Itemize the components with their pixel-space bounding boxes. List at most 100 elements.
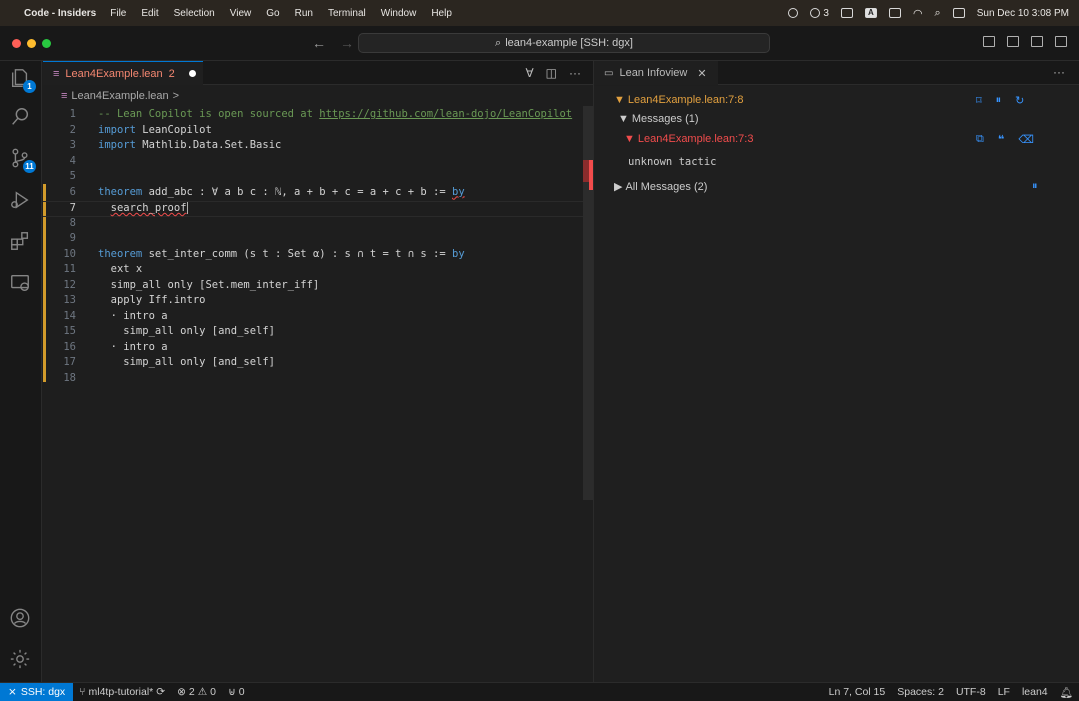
line-content [76,217,98,233]
display-icon[interactable] [840,8,853,18]
code-line[interactable]: 18 [43,372,583,388]
code-line[interactable]: 5 [43,170,583,186]
menu-help[interactable]: Help [431,8,452,19]
close-window-button[interactable] [12,38,21,48]
control-center-icon[interactable] [952,8,965,18]
line-content: · intro a [76,341,168,357]
menu-window[interactable]: Window [381,8,417,19]
git-branch[interactable]: ⑂ ml4tp-tutorial* ⟳ [73,686,171,698]
language-mode[interactable]: lean4 [1016,686,1054,698]
breadcrumb-file[interactable]: Lean4Example.lean [71,90,168,102]
code-editor[interactable]: 1 -- Lean Copilot is open sourced at http… [43,106,583,682]
copy-to-comment-icon[interactable]: ⧉ [976,133,984,146]
code-token: theorem [98,247,143,260]
code-line[interactable]: 15 simp_all only [and_self] [43,325,583,341]
expand-triangle-icon: ▼ [614,94,625,106]
wechat-count: 3 [823,7,829,19]
forward-arrow-icon[interactable]: → [340,35,354,51]
run-debug-icon[interactable] [9,189,33,213]
pin-icon[interactable]: ⌑ [976,94,982,107]
more-actions-icon[interactable]: ··· [1053,65,1065,79]
menu-run[interactable]: Run [295,8,313,19]
command-center[interactable]: ⌕ lean4-example [SSH: dgx] [358,33,770,53]
app-name-menu[interactable]: Code - Insiders [24,8,96,19]
ports-indicator[interactable]: ⊎ 0 [222,686,251,698]
menu-view[interactable]: View [230,8,252,19]
input-source-icon[interactable]: A [864,8,877,18]
code-line[interactable]: 12 simp_all only [Set.mem_inter_iff] [43,279,583,295]
code-line[interactable]: 13 apply Iff.intro [43,294,583,310]
menu-go[interactable]: Go [266,8,279,19]
code-line[interactable]: 4 [43,155,583,171]
settings-gear-icon[interactable] [9,648,33,672]
toggle-sidebar-icon[interactable] [983,36,995,47]
search-icon[interactable] [9,106,33,130]
tab-lean4example[interactable]: ≡ Lean4Example.lean 2 [43,61,203,85]
accounts-icon[interactable] [9,607,33,631]
refresh-icon[interactable]: ↻ [1015,94,1024,107]
tab-lean-infoview[interactable]: ▭ Lean Infoview ✕ [594,61,718,85]
wechat-icon[interactable]: 3 [810,8,829,19]
message-location[interactable]: ▼ Lean4Example.lean:7:3 [624,133,753,145]
warning-count: 0 [210,686,216,698]
problems-indicator[interactable]: ⊗ 2 ⚠ 0 [171,686,222,698]
wifi-icon[interactable]: ◠ [913,7,923,20]
cursor-position[interactable]: Ln 7, Col 15 [823,686,892,698]
menu-selection[interactable]: Selection [174,8,215,19]
sync-icon[interactable]: ⟳ [156,686,165,698]
more-actions-icon[interactable]: ··· [569,66,581,80]
extensions-icon[interactable] [9,230,33,254]
trash-icon[interactable]: ⌫ [1018,133,1034,146]
customize-layout-icon[interactable] [1055,36,1067,47]
infoview-location[interactable]: ▼ Lean4Example.lean:7:8 [614,94,743,106]
code-line[interactable]: 7 search_proof [43,201,583,217]
lean-infoview-toggle-icon[interactable]: ∀ [525,66,533,80]
menu-terminal[interactable]: Terminal [328,8,366,19]
battery-icon[interactable] [888,8,901,18]
code-line[interactable]: 11 ext x [43,263,583,279]
back-arrow-icon[interactable]: ← [312,35,326,51]
source-control-icon[interactable]: 11 [9,147,36,173]
line-content: -- Lean Copilot is open sourced at https… [76,108,572,124]
code-line[interactable]: 1 -- Lean Copilot is open sourced at http… [43,108,583,124]
unsaved-dot-icon[interactable] [188,70,196,77]
minimize-window-button[interactable] [27,38,36,48]
code-line[interactable]: 17 simp_all only [and_self] [43,356,583,372]
code-line[interactable]: 14 · intro a [43,310,583,326]
code-line[interactable]: 8 [43,217,583,233]
lean-file-icon: ≡ [61,90,68,102]
infoview-location-label: Lean4Example.lean:7:8 [627,94,744,106]
menu-clock[interactable]: Sun Dec 10 3:08 PM [977,8,1069,19]
remote-indicator[interactable]: ⨯ SSH: dgx [0,682,74,701]
zoom-window-button[interactable] [42,38,51,48]
status-menu-icon[interactable] [788,8,799,18]
line-content: import Mathlib.Data.Set.Basic [76,139,281,155]
remote-explorer-icon[interactable] [9,272,33,296]
toggle-secondary-sidebar-icon[interactable] [1031,36,1043,47]
code-token: https://github.com/lean-dojo/LeanCopilot [319,108,573,120]
search-icon[interactable]: ⌕ [935,7,941,20]
code-line[interactable]: 3 import Mathlib.Data.Set.Basic [43,139,583,155]
end-of-line[interactable]: LF [992,686,1016,698]
close-tab-icon[interactable]: ✕ [697,67,706,80]
toggle-panel-icon[interactable] [1007,36,1019,47]
all-messages-section[interactable]: ▶ All Messages (2) [614,180,707,194]
encoding[interactable]: UTF-8 [950,686,992,698]
code-line[interactable]: 6 theorem add_abc : ∀ a b c : ℕ, a + b + … [43,186,583,202]
quote-icon[interactable]: ❝ [998,133,1004,146]
pause-icon[interactable]: ⏸ [1032,180,1038,193]
messages-section[interactable]: ▼ Messages (1) [618,113,699,125]
tab-label: Lean4Example.lean [65,67,163,80]
indentation[interactable]: Spaces: 2 [891,686,950,698]
code-line[interactable]: 10 theorem set_inter_comm (s t : Set α) :… [43,248,583,264]
line-content [76,372,98,388]
pause-icon[interactable]: ⏸ [996,94,1002,107]
code-line[interactable]: 2 import LeanCopilot [43,124,583,140]
split-editor-icon[interactable]: ◫ [546,66,557,80]
code-line[interactable]: 9 [43,232,583,248]
explorer-icon[interactable]: 1 [9,67,36,93]
code-line[interactable]: 16 · intro a [43,341,583,357]
menu-edit[interactable]: Edit [141,8,158,19]
menu-file[interactable]: File [110,8,126,19]
notifications-bell-icon[interactable]: 🔔︎ [1054,686,1079,699]
